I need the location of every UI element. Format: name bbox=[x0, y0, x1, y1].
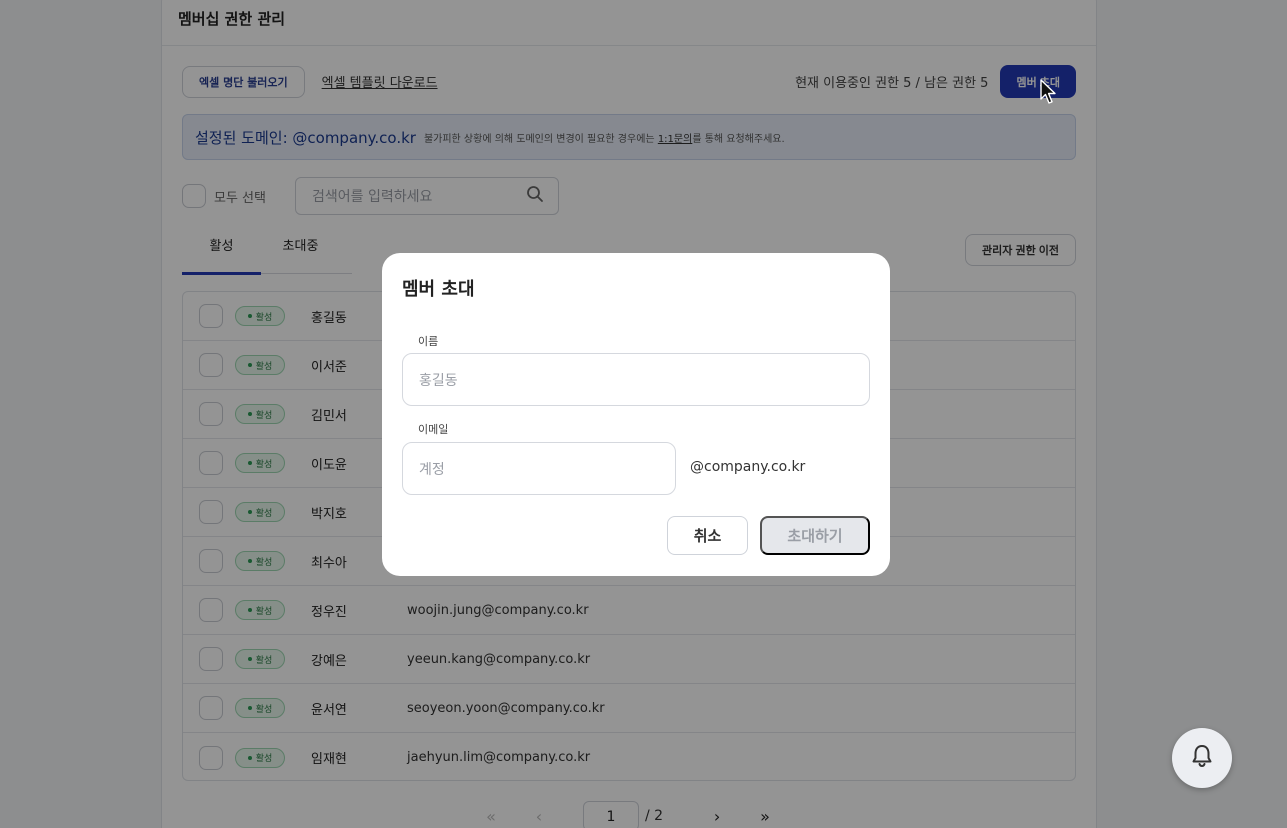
email-domain-suffix: @company.co.kr bbox=[690, 459, 806, 475]
mouse-cursor-icon bbox=[1040, 79, 1058, 105]
invite-member-modal: 멤버 초대 이름 홍길동 이메일 계정 @company.co.kr 취소 초대… bbox=[382, 253, 890, 576]
bell-icon bbox=[1189, 743, 1215, 773]
name-input[interactable]: 홍길동 bbox=[402, 353, 870, 406]
email-placeholder: 계정 bbox=[419, 461, 445, 478]
notification-button[interactable] bbox=[1172, 728, 1232, 788]
invite-submit-button[interactable]: 초대하기 bbox=[760, 516, 870, 555]
cancel-button[interactable]: 취소 bbox=[667, 516, 748, 555]
modal-title: 멤버 초대 bbox=[402, 279, 475, 300]
email-account-input[interactable]: 계정 bbox=[402, 442, 676, 495]
name-placeholder: 홍길동 bbox=[419, 372, 458, 389]
name-label: 이름 bbox=[418, 335, 439, 348]
email-label: 이메일 bbox=[418, 423, 449, 436]
